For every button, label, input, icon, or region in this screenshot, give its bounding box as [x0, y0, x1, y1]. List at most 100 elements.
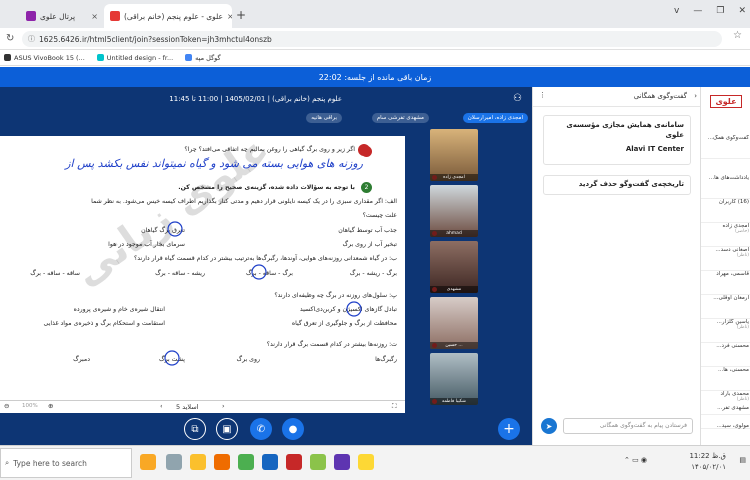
app-icon[interactable] [334, 454, 350, 470]
user-row[interactable]: یاسین گلزار... (ناظر) [701, 319, 750, 343]
user-row[interactable]: یادداشت‌های ها... [701, 175, 750, 199]
user-row[interactable]: محسنی، ها... [701, 367, 750, 391]
annotation-layer [164, 144, 370, 366]
windows-taskbar: ⌕ Type here to search ⌃ ▭ ◉ 11:22 ق.ظ ۱۴… [0, 445, 750, 480]
history-cleared-notice: تاریخچه‌ی گفت‌وگو حذف گردید [543, 175, 691, 195]
bookmark-item[interactable]: گوگل مپه [185, 54, 221, 62]
favicon [26, 11, 36, 21]
user-row[interactable]: امجدی زاده (حاضر) [701, 223, 750, 247]
canva-icon [96, 54, 104, 61]
user-row[interactable]: گفت‌وگوی همگ... [701, 135, 750, 159]
welcome-subtitle: Alavi IT Center [625, 145, 684, 153]
tab-title: پرتال علوی [40, 11, 76, 21]
file-explorer-icon[interactable] [190, 454, 206, 470]
circled-answer [167, 221, 183, 237]
bookmarks-bar: ASUS VivoBook 15 (... Untitled design - … [0, 50, 750, 66]
webcam-tile[interactable]: شکیبا فاطمه [430, 353, 478, 405]
maps-icon [185, 54, 193, 61]
microphone-icon[interactable]: ● [282, 418, 304, 440]
chat-header: گفت‌وگوی همگانی › ⋮ [533, 87, 701, 107]
bookmark-item[interactable]: Untitled design - fr... [96, 54, 173, 62]
webcam-tile[interactable]: ahmad [430, 185, 478, 237]
tab-science-class[interactable]: علوی - علوم پنجم (خانم براقی) × [104, 4, 232, 28]
app-icon[interactable] [358, 454, 374, 470]
users-list: علوی گفت‌وگوی همگ... یادداشت‌های ها... (… [700, 87, 750, 445]
session-header: علوم پنجم (خانم براقی) | 1405/02/01 | 11… [0, 87, 532, 111]
url-input[interactable]: ⓘ 1625.6426.ir/html5client/join?sessionT… [22, 31, 722, 47]
user-row[interactable]: (16) کاربران [701, 199, 750, 223]
welcome-title: سامانه‌ی همایش مجازی مؤسسه‌ی علوی [566, 121, 684, 139]
webcam-tile[interactable]: مشهدی [430, 241, 478, 293]
webcam-tile[interactable]: امجدی زاده [430, 129, 478, 181]
tab-close-icon[interactable]: × [91, 12, 98, 21]
zoom-level: 100% [22, 403, 38, 409]
address-bar: ↻ ⓘ 1625.6426.ir/html5client/join?sessio… [0, 28, 750, 50]
actions-plus-button[interactable]: + [498, 418, 520, 440]
firefox-icon[interactable] [214, 454, 230, 470]
bookmark-star-icon[interactable]: ☆ [733, 30, 742, 41]
user-row[interactable]: اصغانی دسد... (ناظر) [701, 247, 750, 271]
webcam-name: ahmad [430, 230, 478, 237]
url-text: 1625.6426.ir/html5client/join?sessionTok… [39, 34, 272, 44]
app-icon[interactable] [286, 454, 302, 470]
minimize-icon[interactable]: — [693, 6, 702, 16]
close-window-icon[interactable]: ✕ [738, 6, 746, 16]
new-tab-button[interactable]: + [236, 8, 246, 22]
fit-width-icon[interactable]: ⛶ [392, 402, 397, 411]
talker-chip[interactable]: امجدی زاده، امیرارسلان [462, 113, 528, 123]
talker-chip[interactable]: مشهدی تفرشی سام [371, 113, 429, 123]
circled-answer [251, 264, 267, 280]
prev-slide-icon[interactable]: ‹ [160, 402, 163, 410]
tab-alavi-portal[interactable]: پرتال علوی × [20, 4, 104, 28]
user-row[interactable]: ارمغان اوقلی... [701, 295, 750, 319]
window-controls: v — ❐ ✕ [674, 6, 746, 16]
taskbar-search-text: Type here to search [13, 458, 87, 468]
webcam-tile[interactable]: حسین ... [430, 297, 478, 349]
user-row[interactable]: قاسمی، مهراد [701, 271, 750, 295]
taskbar-search[interactable]: ⌕ Type here to search [0, 448, 132, 478]
site-info-icon[interactable]: ⓘ [28, 34, 35, 44]
talking-indicators: براقی هانیه مشهدی تفرشی سام امجدی زاده، … [0, 111, 532, 125]
session-timer: زمان باقی مانده از جلسه: 22:02 [0, 67, 750, 87]
zoom-out-icon[interactable]: ⊖ [4, 402, 9, 410]
chrome-icon[interactable] [238, 454, 254, 470]
system-tray: ⌃ ▭ ◉ 11:22 ق.ظ ۱۴۰۵/۰۲/۰۱ ▤ [620, 450, 750, 476]
search-icon: ⌕ [5, 458, 10, 467]
presentation-slide[interactable]: علوی زبانی 1 اگر زیر و روی برگ گیاهی را … [0, 136, 405, 400]
notifications-icon[interactable]: ▤ [739, 456, 746, 464]
users-toggle-icon[interactable]: ⚇ [513, 93, 522, 104]
zoom-in-icon[interactable]: ⊕ [48, 402, 53, 410]
next-slide-icon[interactable]: › [222, 402, 225, 410]
webcam-name: حسین ... [430, 342, 478, 349]
maximize-icon[interactable]: ❐ [716, 6, 724, 16]
alavi-logo: علوی [701, 87, 750, 115]
chat-back-icon[interactable]: › [694, 92, 697, 100]
reload-icon[interactable]: ↻ [6, 33, 14, 44]
tab-close-icon[interactable]: × [227, 12, 232, 21]
screen-share-icon[interactable]: ⧉ [184, 418, 206, 440]
send-icon[interactable]: ➤ [541, 418, 557, 434]
slide-select[interactable]: اسلاید 5 [176, 403, 199, 411]
tab-search-icon[interactable]: v [674, 6, 679, 16]
chat-input[interactable]: فرستادن پیام به گفت‌وگوی همگانی [563, 418, 693, 434]
slide-toolbar: ⊖ 100% ⊕ ‹ اسلاید 5 › ⛶ [0, 400, 405, 413]
app-icon[interactable] [310, 454, 326, 470]
chat-options-icon[interactable]: ⋮ [539, 91, 546, 99]
word-icon[interactable] [262, 454, 278, 470]
user-row[interactable]: محسنی فرد... [701, 343, 750, 367]
user-row[interactable]: مولوی، سید... [701, 423, 750, 445]
tray-icons[interactable]: ⌃ ▭ ◉ [624, 456, 647, 464]
favicon [110, 11, 120, 21]
webcam-name: مشهدی [430, 286, 478, 293]
task-view-icon[interactable] [166, 454, 182, 470]
question-marker [358, 144, 370, 156]
welcome-card: سامانه‌ی همایش مجازی مؤسسه‌ی علوی Alavi … [543, 115, 691, 165]
talker-chip[interactable]: براقی هانیه [306, 113, 342, 123]
clock-date[interactable]: ۱۴۰۵/۰۲/۰۱ [691, 463, 726, 471]
circled-answer [346, 301, 362, 317]
phone-icon[interactable]: ✆ [250, 418, 272, 440]
bookmark-item[interactable]: ASUS VivoBook 15 (... [4, 54, 85, 62]
camera-icon[interactable]: ▣ [216, 418, 238, 440]
widgets-icon[interactable] [140, 454, 156, 470]
clock-time[interactable]: 11:22 ق.ظ [689, 452, 726, 460]
